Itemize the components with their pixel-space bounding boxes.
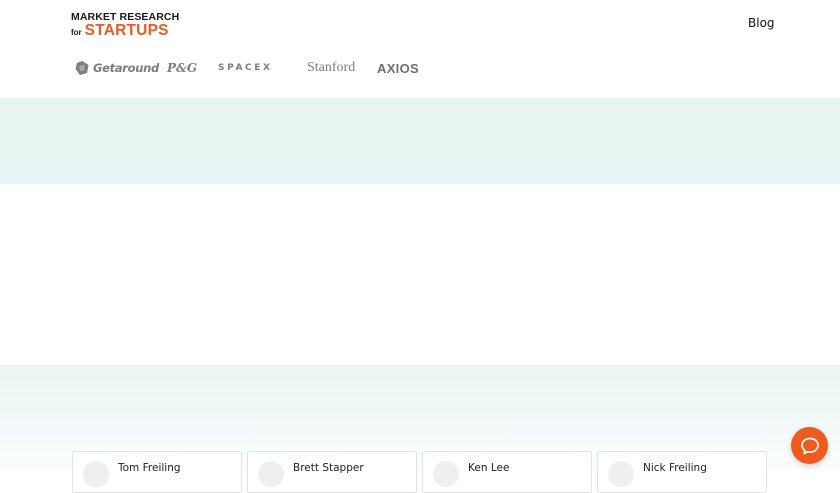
getaround-mark-icon — [75, 61, 89, 75]
client-logo-stanford: Stanford — [307, 60, 356, 75]
client-logo-axios: AXIOS — [377, 60, 419, 76]
site-header: MARKET RESEARCH for STARTUPS Blog Getarou… — [0, 0, 840, 98]
site-logo[interactable]: MARKET RESEARCH for STARTUPS — [71, 11, 179, 40]
client-logo-getaround: Getaround — [74, 56, 159, 80]
client-name: Getaround — [93, 61, 159, 75]
logo-startups: STARTUPS — [84, 22, 169, 39]
avatar — [608, 461, 634, 487]
client-logos: Getaround P&G SPACEX Stanford AXIOS — [0, 56, 840, 80]
avatar — [258, 461, 284, 487]
founder-card: Nick Freiling — [597, 451, 767, 493]
chat-launcher-button[interactable] — [791, 427, 828, 464]
founder-name: Brett Stapper — [293, 462, 364, 474]
chat-bubble-icon — [800, 437, 819, 454]
avatar — [83, 461, 109, 487]
logo-line-2: for STARTUPS — [71, 23, 179, 40]
avatar — [433, 461, 459, 487]
hero-band — [0, 98, 840, 184]
nav-blog-link[interactable]: Blog — [748, 16, 775, 30]
founder-name: Nick Freiling — [643, 462, 707, 474]
founder-name: Tom Freiling — [118, 462, 181, 474]
founder-card: Brett Stapper — [247, 451, 417, 493]
client-logo-spacex: SPACEX — [218, 63, 273, 73]
founder-card: Tom Freiling — [72, 451, 242, 493]
logo-for: for — [71, 28, 82, 37]
founder-card: Ken Lee — [422, 451, 592, 493]
founder-name: Ken Lee — [468, 462, 510, 474]
client-logo-pg: P&G — [167, 61, 198, 75]
